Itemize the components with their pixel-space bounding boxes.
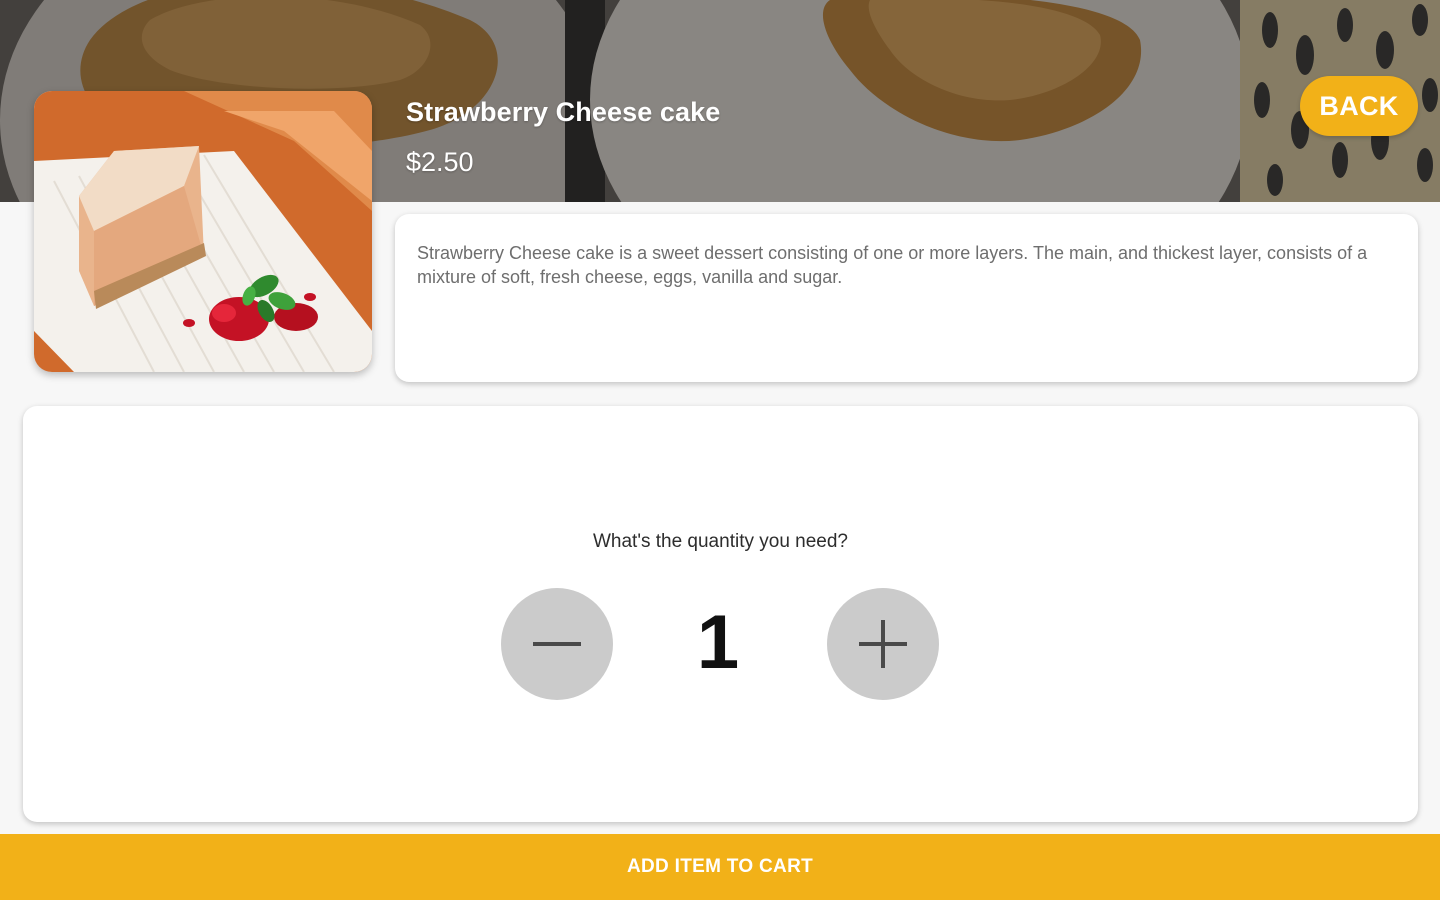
cheesecake-photo-icon: [34, 91, 372, 372]
quantity-card: What's the quantity you need? 1: [23, 406, 1418, 822]
quantity-value: 1: [696, 600, 740, 685]
product-thumbnail: [34, 91, 372, 372]
plus-icon: [859, 620, 907, 668]
description-card: Strawberry Cheese cake is a sweet desser…: [395, 214, 1418, 382]
product-detail-screen: Strawberry Cheese cake $2.50 BACK Strawb…: [0, 0, 1440, 900]
product-description: Strawberry Cheese cake is a sweet desser…: [417, 243, 1368, 287]
increment-button[interactable]: [827, 588, 939, 700]
back-button[interactable]: BACK: [1300, 76, 1418, 136]
product-price: $2.50: [406, 147, 474, 177]
decrement-button[interactable]: [501, 588, 613, 700]
product-title: Strawberry Cheese cake: [406, 97, 721, 127]
minus-icon: [533, 642, 581, 646]
quantity-question: What's the quantity you need?: [592, 531, 848, 552]
add-to-cart-button[interactable]: ADD ITEM TO CART: [0, 834, 1440, 900]
